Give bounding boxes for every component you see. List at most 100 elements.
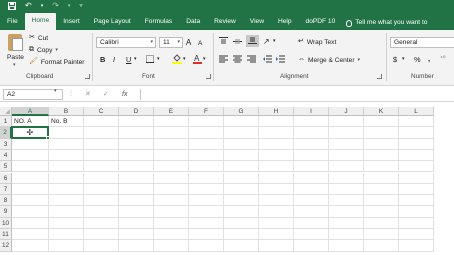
cell-h10[interactable]	[259, 217, 294, 229]
cell-c12[interactable]	[84, 240, 119, 252]
cell-d12[interactable]	[119, 240, 154, 252]
cell-b3[interactable]	[49, 138, 84, 150]
cell-g6[interactable]	[224, 172, 259, 184]
cell-l3[interactable]	[399, 138, 434, 150]
cell-k10[interactable]	[364, 217, 399, 229]
row-header-12[interactable]: 12	[0, 240, 12, 252]
formula-input[interactable]	[140, 89, 454, 100]
cell-a3[interactable]	[12, 138, 49, 150]
cell-c6[interactable]	[84, 172, 119, 184]
font-color-icon[interactable]: A	[193, 54, 202, 66]
cell-h6[interactable]	[259, 172, 294, 184]
cell-h3[interactable]	[259, 138, 294, 150]
chevron-down-icon[interactable]: ▾	[157, 55, 160, 64]
cell-f6[interactable]	[189, 172, 224, 184]
column-header-b[interactable]: B	[49, 107, 84, 116]
cell-d10[interactable]	[119, 217, 154, 229]
cell-j3[interactable]	[329, 138, 364, 150]
cell-l2[interactable]	[399, 127, 434, 139]
cell-l9[interactable]	[399, 206, 434, 218]
cut-button[interactable]: ✂ Cut	[29, 34, 48, 42]
cell-b9[interactable]	[49, 206, 84, 218]
chevron-down-icon[interactable]: ▾	[13, 62, 16, 68]
tab-insert[interactable]: Insert	[56, 14, 87, 30]
cell-k6[interactable]	[364, 172, 399, 184]
cell-f9[interactable]	[189, 206, 224, 218]
cell-g2[interactable]	[224, 127, 259, 139]
cell-a8[interactable]	[12, 195, 49, 207]
cell-j9[interactable]	[329, 206, 364, 218]
column-header-k[interactable]: K	[364, 107, 399, 116]
cell-e12[interactable]	[154, 240, 189, 252]
merge-center-button[interactable]: ⇔ Merge & Center ▾	[298, 56, 360, 64]
cell-b11[interactable]	[49, 229, 84, 241]
cell-c9[interactable]	[84, 206, 119, 218]
align-right-icon[interactable]	[247, 55, 256, 65]
cell-j10[interactable]	[329, 217, 364, 229]
chevron-down-icon[interactable]: ▾	[134, 55, 137, 64]
customize-qat-icon[interactable]: ▿	[79, 0, 82, 12]
cell-f1[interactable]	[189, 116, 224, 128]
font-name-select[interactable]: Calibri ▾	[96, 37, 156, 48]
align-bottom-icon[interactable]	[246, 35, 259, 47]
chevron-down-icon[interactable]: ▾	[68, 0, 71, 12]
cell-g10[interactable]	[224, 217, 259, 229]
cell-k8[interactable]	[364, 195, 399, 207]
cell-j5[interactable]	[329, 161, 364, 173]
increase-indent-icon[interactable]	[276, 55, 285, 65]
currency-button[interactable]: $	[393, 55, 397, 64]
cell-h2[interactable]	[259, 127, 294, 139]
tab-dopdf[interactable]: doPDF 10	[299, 14, 343, 30]
cell-k2[interactable]	[364, 127, 399, 139]
cell-d4[interactable]	[119, 149, 154, 162]
cell-f7[interactable]	[189, 183, 224, 196]
cell-g1[interactable]	[224, 116, 259, 128]
tab-formulas[interactable]: Formulas	[138, 14, 179, 30]
cell-a11[interactable]	[12, 229, 49, 241]
cell-c4[interactable]	[84, 149, 119, 162]
cell-i2[interactable]	[294, 127, 329, 139]
cell-e2[interactable]	[154, 127, 189, 139]
row-header-8[interactable]: 8	[0, 195, 12, 207]
cell-a6[interactable]	[12, 172, 49, 184]
cell-k9[interactable]	[364, 206, 399, 218]
cell-l7[interactable]	[399, 183, 434, 196]
row-header-5[interactable]: 5	[0, 161, 12, 173]
cell-l5[interactable]	[399, 161, 434, 173]
cell-a10[interactable]	[12, 217, 49, 229]
tab-review[interactable]: Review	[207, 14, 243, 30]
cell-l10[interactable]	[399, 217, 434, 229]
cell-j6[interactable]	[329, 172, 364, 184]
column-header-d[interactable]: D	[119, 107, 154, 116]
cell-k12[interactable]	[364, 240, 399, 252]
row-header-9[interactable]: 9	[0, 206, 12, 218]
tab-home[interactable]: Home	[24, 13, 57, 30]
column-header-g[interactable]: G	[224, 107, 259, 116]
cell-f3[interactable]	[189, 138, 224, 150]
dialog-launcher-icon[interactable]	[206, 74, 211, 79]
cell-f5[interactable]	[189, 161, 224, 173]
cell-i3[interactable]	[294, 138, 329, 150]
redo-icon[interactable]: ↷	[52, 0, 59, 12]
drag-handle-icon[interactable]: ⋮	[68, 90, 74, 97]
cell-c7[interactable]	[84, 183, 119, 196]
tab-help[interactable]: Help	[271, 14, 299, 30]
cell-b4[interactable]	[49, 149, 84, 162]
cell-d6[interactable]	[119, 172, 154, 184]
cell-l12[interactable]	[399, 240, 434, 252]
cell-f8[interactable]	[189, 195, 224, 207]
cell-b6[interactable]	[49, 172, 84, 184]
shrink-font-button[interactable]: A	[198, 39, 202, 48]
cell-h1[interactable]	[259, 116, 294, 128]
fill-color-icon[interactable]	[172, 54, 182, 66]
cell-i5[interactable]	[294, 161, 329, 173]
cell-k7[interactable]	[364, 183, 399, 196]
cell-h5[interactable]	[259, 161, 294, 173]
cell-j8[interactable]	[329, 195, 364, 207]
cell-l8[interactable]	[399, 195, 434, 207]
cell-c8[interactable]	[84, 195, 119, 207]
cell-e11[interactable]	[154, 229, 189, 241]
cell-e10[interactable]	[154, 217, 189, 229]
cell-f4[interactable]	[189, 149, 224, 162]
cell-l1[interactable]	[399, 116, 434, 128]
